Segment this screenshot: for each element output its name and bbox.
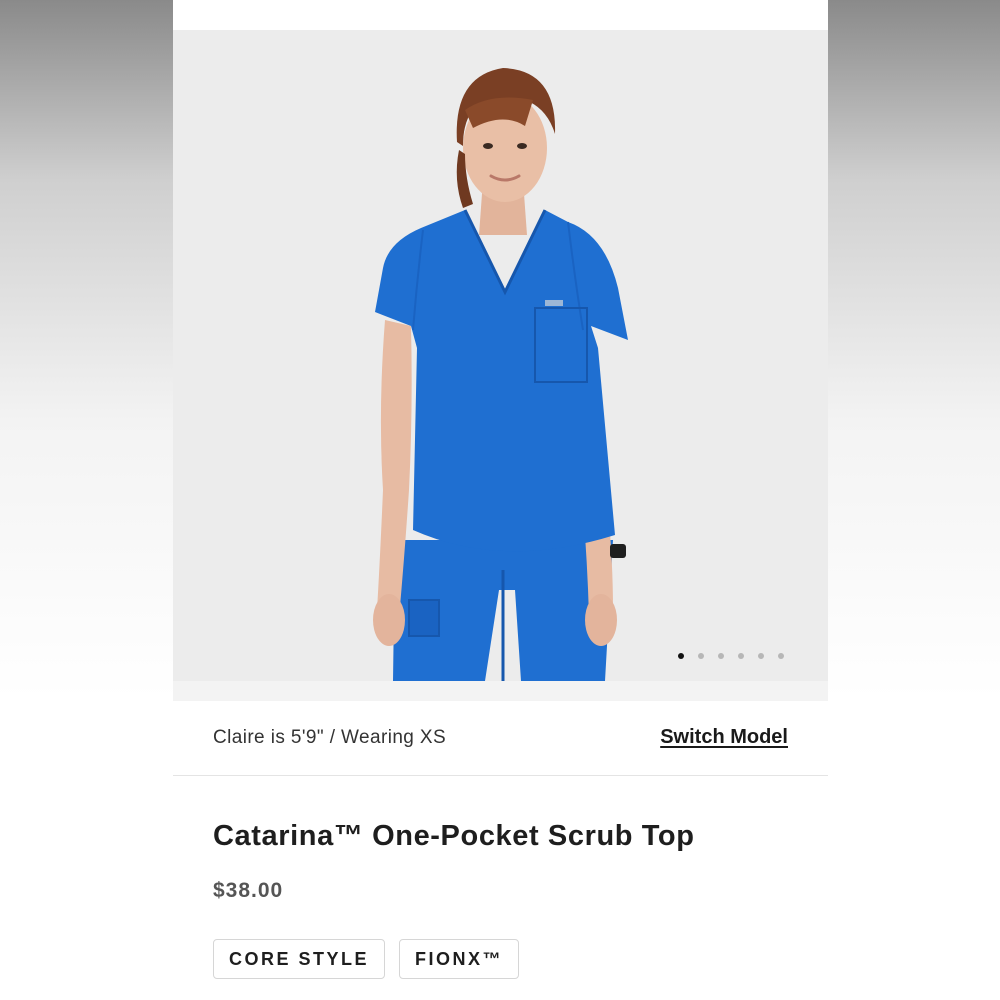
model-size-text: Claire is 5'9" / Wearing XS	[213, 727, 447, 748]
product-image-gallery[interactable]	[173, 30, 828, 681]
pagination-dot[interactable]	[778, 653, 784, 659]
switch-model-link[interactable]: Switch Model	[660, 726, 788, 749]
model-info-bar: Claire is 5'9" / Wearing XS Switch Model	[173, 701, 828, 776]
pagination-dot[interactable]	[738, 653, 744, 659]
tag-core-style[interactable]: CORE STYLE	[213, 939, 386, 979]
tag-fionx[interactable]: FIONX™	[399, 939, 520, 979]
product-price: $38.00	[213, 879, 284, 902]
section-divider	[173, 681, 828, 701]
product-image	[373, 68, 628, 681]
product-details: Catarina™ One-Pocket Scrub Top $38.00 CO…	[173, 776, 828, 1000]
pagination-dot[interactable]	[698, 653, 704, 659]
pagination-dot[interactable]	[758, 653, 764, 659]
pagination-dot[interactable]	[678, 653, 684, 659]
product-page: Claire is 5'9" / Wearing XS Switch Model…	[173, 0, 828, 1000]
product-tags: CORE STYLE FIONX™	[213, 939, 520, 979]
top-strip	[173, 0, 828, 30]
gallery-pagination	[678, 653, 784, 659]
product-title: Catarina™ One-Pocket Scrub Top	[213, 820, 695, 852]
pagination-dot[interactable]	[718, 653, 724, 659]
